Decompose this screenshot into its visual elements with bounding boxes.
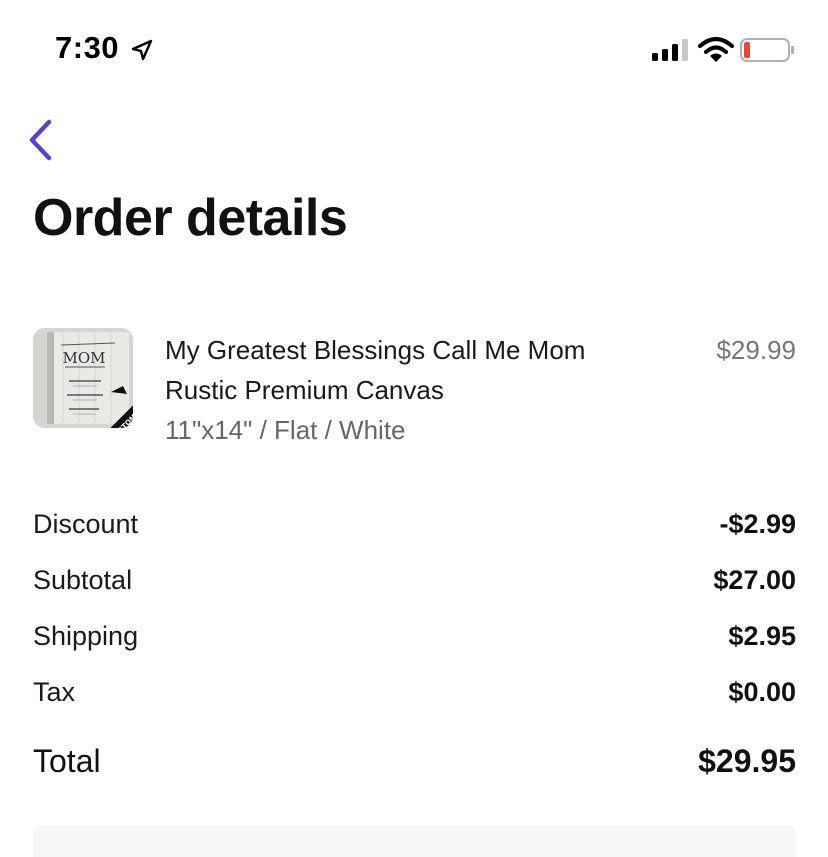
summary-row-discount: Discount -$2.99 bbox=[33, 496, 796, 552]
thumb-heading: MOM bbox=[62, 349, 105, 367]
summary-label: Discount bbox=[33, 508, 139, 539]
chevron-left-icon bbox=[29, 119, 52, 161]
product-name-line-1: My Greatest Blessings Call Me Mom bbox=[165, 335, 586, 365]
order-item[interactable]: MOM CUSTOMIZE My Greatest Blessings Call… bbox=[33, 328, 796, 448]
order-summary: Discount -$2.99 Subtotal $27.00 Shipping… bbox=[33, 496, 796, 720]
product-variant: 11"x14" / Flat / White bbox=[165, 415, 406, 445]
summary-row-shipping: Shipping $2.95 bbox=[33, 608, 796, 664]
summary-value: $27.00 bbox=[713, 564, 796, 595]
cellular-signal-icon bbox=[652, 39, 688, 61]
total-value: $29.95 bbox=[698, 742, 796, 779]
product-name-line-2: Rustic Premium Canvas bbox=[165, 375, 444, 405]
product-info: My Greatest Blessings Call Me Mom Rustic… bbox=[165, 330, 665, 450]
summary-value: $2.95 bbox=[728, 620, 796, 651]
canvas-image: MOM CUSTOMIZE bbox=[33, 328, 133, 428]
bottom-section-edge bbox=[33, 826, 796, 857]
summary-label: Subtotal bbox=[33, 564, 133, 595]
back-button[interactable] bbox=[18, 114, 62, 166]
product-price: $29.99 bbox=[716, 335, 796, 365]
summary-row-subtotal: Subtotal $27.00 bbox=[33, 552, 796, 608]
summary-row-total: Total $29.95 bbox=[33, 736, 796, 786]
product-thumbnail: MOM CUSTOMIZE bbox=[33, 328, 133, 428]
status-bar: 7:30 bbox=[0, 0, 828, 100]
summary-value: $0.00 bbox=[728, 676, 796, 707]
wifi-icon bbox=[698, 37, 734, 62]
total-label: Total bbox=[33, 742, 101, 779]
page-title: Order details bbox=[33, 189, 348, 247]
summary-row-tax: Tax $0.00 bbox=[33, 664, 796, 720]
summary-label: Shipping bbox=[33, 620, 139, 651]
summary-label: Tax bbox=[33, 676, 76, 707]
summary-value: -$2.99 bbox=[719, 508, 796, 539]
battery-low-icon bbox=[740, 38, 794, 62]
status-time: 7:30 bbox=[55, 30, 120, 65]
location-arrow-icon bbox=[131, 39, 153, 61]
